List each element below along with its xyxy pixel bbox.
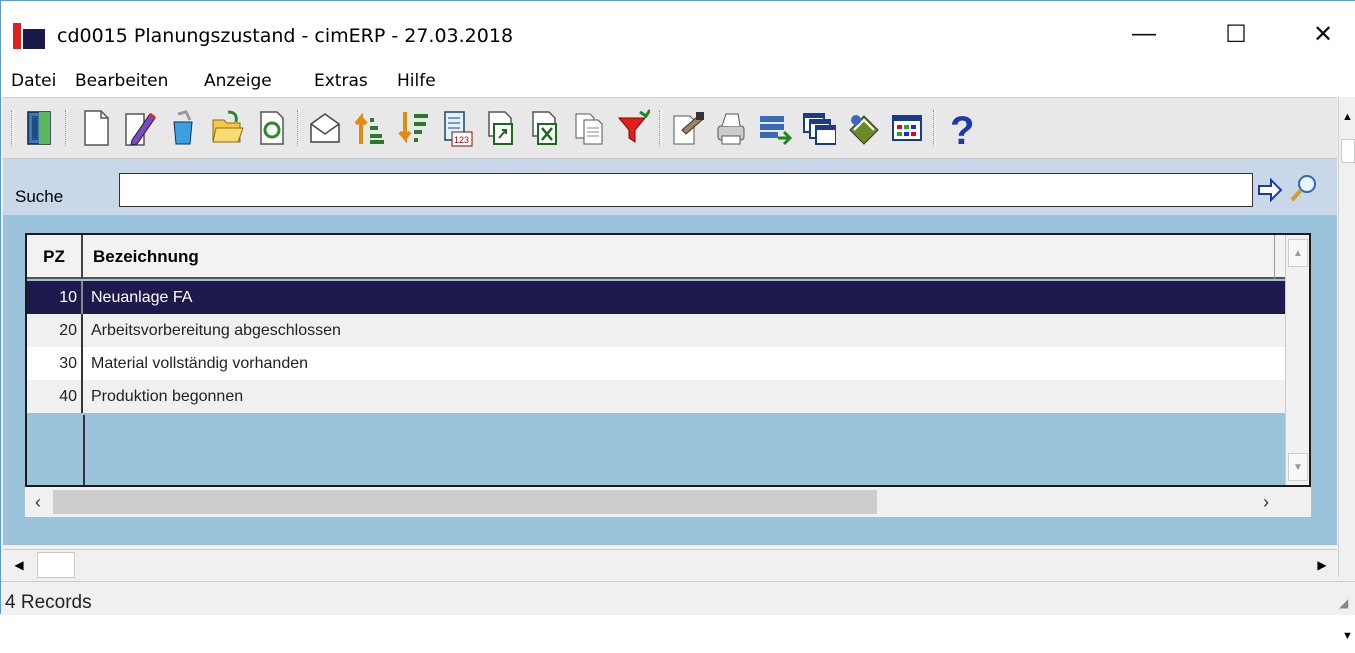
table-row[interactable]: 10 Neuanlage FA (27, 281, 1285, 314)
horizontal-scroll-thumb[interactable] (37, 552, 75, 578)
toolbar-separator (659, 110, 662, 146)
menu-datei[interactable]: Datei (11, 71, 56, 91)
export-icon[interactable] (481, 106, 521, 150)
edit-pencil-icon[interactable] (119, 106, 159, 150)
cell-pz[interactable]: 10 (27, 281, 83, 314)
cell-bezeichnung[interactable]: Arbeitsvorbereitung abgeschlossen (91, 314, 341, 347)
toolbar-separator (297, 110, 300, 146)
open-folder-icon[interactable] (207, 106, 247, 150)
application-window: cd0015 Planungszustand - cimERP - 27.03.… (0, 0, 1355, 642)
new-document-icon[interactable] (75, 106, 115, 150)
minimize-button[interactable]: — (1114, 11, 1174, 57)
cell-pz[interactable]: 30 (27, 347, 83, 380)
grid-horizontal-scroll-thumb[interactable] (53, 490, 877, 514)
grid-scroll-up-icon[interactable]: ▲ (1288, 239, 1308, 267)
print-icon[interactable] (711, 106, 751, 150)
svg-text:?: ? (950, 109, 974, 148)
scroll-down-arrow-icon[interactable]: ▼ (1339, 619, 1355, 653)
resize-grip-icon[interactable]: ◢ (1339, 596, 1355, 614)
grid-scroll-right-icon[interactable]: › (1253, 487, 1279, 517)
windows-icon[interactable] (799, 106, 839, 150)
search-input[interactable] (119, 173, 1253, 207)
window-horizontal-scrollbar[interactable]: ◀ ▶ (3, 549, 1337, 579)
toolbar-separator (933, 110, 936, 146)
toolbar-separator (11, 110, 14, 146)
status-bar: 4 Records ◢ (1, 581, 1355, 615)
scroll-left-arrow-icon[interactable]: ◀ (3, 550, 35, 580)
data-grid: PZ Bezeichnung 10 Neuanlage FA 20 Arbeit… (25, 233, 1311, 487)
search-label: Suche (15, 187, 64, 206)
svg-text:123: 123 (454, 135, 469, 145)
grid-layout-icon[interactable] (887, 106, 927, 150)
record-count: 4 Records (5, 592, 92, 613)
grid-horizontal-scrollbar[interactable]: ‹ › (25, 487, 1311, 517)
table-row[interactable]: 20 Arbeitsvorbereitung abgeschlossen (27, 314, 1285, 347)
menu-anzeige[interactable]: Anzeige (204, 71, 272, 91)
app-logo-icon (13, 23, 45, 49)
filter-funnel-icon[interactable] (613, 106, 653, 150)
title-bar[interactable]: cd0015 Planungszustand - cimERP - 27.03.… (1, 1, 1355, 67)
search-bar: Suche (3, 159, 1337, 215)
sort-ascending-icon[interactable] (349, 106, 389, 150)
toolbar-separator (65, 110, 68, 146)
scroll-right-arrow-icon[interactable]: ▶ (1307, 550, 1337, 580)
menu-bearbeiten[interactable]: Bearbeiten (75, 71, 168, 91)
cell-bezeichnung[interactable]: Neuanlage FA (91, 281, 192, 314)
properties-icon[interactable] (667, 106, 707, 150)
copy-pages-icon[interactable] (569, 106, 609, 150)
help-question-icon[interactable]: ? (941, 106, 981, 150)
grid-vertical-scrollbar[interactable]: ▲ ▼ (1285, 235, 1309, 485)
book-icon[interactable] (843, 106, 883, 150)
table-row[interactable]: 40 Produktion begonnen (27, 380, 1285, 413)
cell-pz[interactable]: 20 (27, 314, 83, 347)
column-header-bezeichnung[interactable]: Bezeichnung (85, 235, 1275, 279)
toolbar: 123 ? (3, 97, 1337, 159)
menu-bar: Datei Bearbeiten Anzeige Extras Hilfe (1, 67, 1355, 97)
maximize-button[interactable]: ☐ (1206, 11, 1266, 57)
menu-hilfe[interactable]: Hilfe (397, 71, 436, 91)
sort-descending-icon[interactable] (393, 106, 433, 150)
grid-scroll-down-icon[interactable]: ▼ (1288, 453, 1308, 481)
close-button[interactable]: ✕ (1293, 11, 1353, 57)
menu-extras[interactable]: Extras (314, 71, 368, 91)
exit-door-icon[interactable] (19, 106, 59, 150)
copy-recycle-icon[interactable] (163, 106, 203, 150)
excel-icon[interactable] (525, 106, 565, 150)
save-list-icon[interactable] (755, 106, 795, 150)
cell-bezeichnung[interactable]: Produktion begonnen (91, 380, 243, 413)
table-row[interactable]: 30 Material vollständig vorhanden (27, 347, 1285, 380)
arrow-right-icon[interactable] (1257, 175, 1283, 205)
content-area: PZ Bezeichnung 10 Neuanlage FA 20 Arbeit… (3, 215, 1337, 545)
window-title: cd0015 Planungszustand - cimERP - 27.03.… (57, 25, 514, 47)
refresh-icon[interactable] (251, 106, 291, 150)
grid-header: PZ Bezeichnung (27, 235, 1287, 279)
email-envelope-icon[interactable] (305, 106, 345, 150)
cell-pz[interactable]: 40 (27, 380, 83, 413)
column-header-pz[interactable]: PZ (27, 235, 83, 279)
column-divider (83, 415, 85, 485)
window-vertical-scrollbar[interactable]: ▲ ▼ (1338, 97, 1355, 642)
numbering-123-icon[interactable]: 123 (437, 106, 477, 150)
magnifier-search-icon[interactable] (1289, 173, 1319, 203)
grid-scroll-left-icon[interactable]: ‹ (25, 487, 51, 517)
scroll-up-arrow-icon[interactable]: ▲ (1339, 97, 1355, 137)
cell-bezeichnung[interactable]: Material vollständig vorhanden (91, 347, 308, 380)
vertical-scroll-thumb[interactable] (1341, 139, 1355, 163)
